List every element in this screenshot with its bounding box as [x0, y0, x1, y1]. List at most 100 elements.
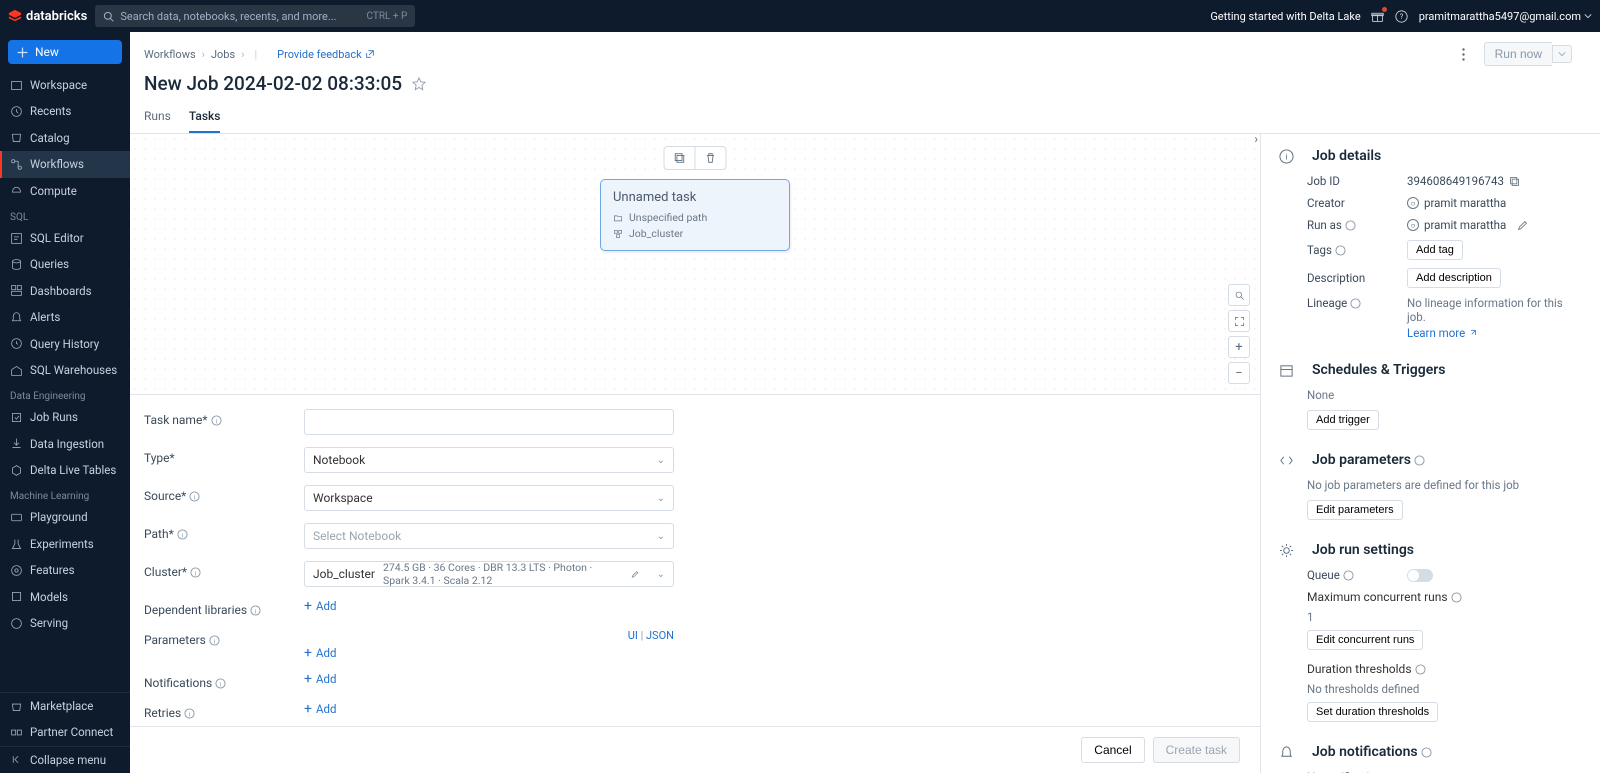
getting-started-link[interactable]: Getting started with Delta Lake [1210, 10, 1360, 23]
cluster-select[interactable]: Job_cluster 274.5 GB · 36 Cores · DBR 13… [304, 561, 674, 587]
svg-text:i: i [194, 493, 196, 501]
sidebar-item-serving[interactable]: Serving [0, 610, 130, 636]
sidebar-item-queries[interactable]: Queries [0, 251, 130, 277]
info-icon[interactable] [1415, 664, 1426, 675]
add-library-link[interactable]: +Add [304, 599, 336, 613]
sidebar: New Workspace Recents Catalog Workflows … [0, 32, 130, 773]
type-select[interactable]: Notebook⌄ [304, 447, 674, 473]
sidebar-item-partner-connect[interactable]: Partner Connect [0, 719, 130, 745]
sidebar-item-data-ingestion[interactable]: Data Ingestion [0, 431, 130, 457]
favorite-star-icon[interactable] [412, 77, 426, 91]
external-link-icon [1468, 329, 1477, 338]
add-trigger-button[interactable]: Add trigger [1307, 410, 1379, 430]
sidebar-item-compute[interactable]: Compute [0, 178, 130, 204]
canvas-fit-icon[interactable] [1228, 310, 1250, 332]
job-id-value: 394608649196743 [1407, 174, 1504, 188]
sidebar-item-sql-warehouses[interactable]: SQL Warehouses [0, 357, 130, 383]
run-now-dropdown[interactable] [1552, 45, 1572, 63]
sidebar-item-features[interactable]: Features [0, 557, 130, 583]
copy-icon[interactable] [1509, 176, 1520, 187]
canvas-zoom-out[interactable]: − [1228, 362, 1250, 384]
add-retry-link[interactable]: +Add [304, 702, 336, 716]
brand-logo[interactable]: databricks [8, 9, 87, 24]
sidebar-item-workflows[interactable]: Workflows [0, 151, 130, 177]
sidebar-item-recents[interactable]: Recents [0, 98, 130, 124]
sidebar-item-experiments[interactable]: Experiments [0, 531, 130, 557]
add-tag-button[interactable]: Add tag [1407, 240, 1463, 260]
info-icon[interactable] [1345, 220, 1356, 231]
queue-toggle[interactable] [1407, 569, 1433, 582]
sidebar-item-models[interactable]: Models [0, 584, 130, 610]
task-canvas[interactable]: Unnamed task Unspecified path Job_cluste… [130, 134, 1260, 394]
schedules-heading: Schedules & Triggers [1312, 362, 1445, 378]
sidebar-collapse[interactable]: Collapse menu [0, 746, 130, 773]
edit-icon[interactable] [1517, 220, 1528, 231]
sidebar-item-dlt[interactable]: Delta Live Tables [0, 457, 130, 483]
crumb-jobs[interactable]: Jobs [211, 48, 235, 61]
set-duration-thresholds-button[interactable]: Set duration thresholds [1307, 702, 1438, 722]
info-icon[interactable]: i [177, 529, 188, 540]
sidebar-item-catalog[interactable]: Catalog [0, 125, 130, 151]
task-name-input[interactable] [304, 409, 674, 435]
user-menu[interactable]: pramitmarattha5497@gmail.com [1419, 10, 1592, 23]
edit-concurrent-runs-button[interactable]: Edit concurrent runs [1307, 630, 1423, 650]
label-type: Type* [144, 451, 175, 465]
info-icon[interactable]: i [190, 567, 201, 578]
folder-icon [613, 213, 623, 223]
info-icon[interactable]: i [184, 708, 195, 719]
bell-icon [1279, 745, 1294, 760]
tab-runs[interactable]: Runs [144, 103, 171, 133]
info-icon[interactable] [1343, 570, 1354, 581]
crumb-workflows[interactable]: Workflows [144, 48, 196, 61]
create-task-button[interactable]: Create task [1153, 737, 1240, 763]
info-icon[interactable]: i [211, 415, 222, 426]
cluster-icon [613, 229, 623, 239]
collapse-right-panel[interactable]: › [1254, 134, 1258, 146]
copy-task-icon[interactable] [665, 147, 695, 169]
info-icon[interactable] [1350, 298, 1361, 309]
new-button[interactable]: New [8, 40, 122, 64]
run-now-button[interactable]: Run now [1484, 42, 1552, 66]
add-description-button[interactable]: Add description [1407, 268, 1501, 288]
tab-tasks[interactable]: Tasks [189, 103, 221, 133]
param-mode-ui[interactable]: UI [628, 629, 638, 642]
avatar-icon: ○ [1407, 197, 1419, 209]
add-parameter-link[interactable]: +Add [304, 646, 336, 660]
info-icon[interactable] [1414, 455, 1425, 466]
gift-icon[interactable] [1371, 9, 1385, 23]
sidebar-item-job-runs[interactable]: Job Runs [0, 404, 130, 430]
cancel-button[interactable]: Cancel [1081, 737, 1144, 763]
chevron-right-icon: › [241, 48, 244, 61]
edit-icon[interactable] [631, 569, 639, 580]
sidebar-item-marketplace[interactable]: Marketplace [0, 693, 130, 719]
sidebar-item-workspace[interactable]: Workspace [0, 72, 130, 98]
sidebar-item-alerts[interactable]: Alerts [0, 304, 130, 330]
sidebar-item-dashboards[interactable]: Dashboards [0, 278, 130, 304]
info-icon[interactable]: i [189, 491, 200, 502]
label-parameters: Parameters [144, 633, 206, 647]
source-select[interactable]: Workspace⌄ [304, 485, 674, 511]
task-card[interactable]: Unnamed task Unspecified path Job_cluste… [600, 179, 790, 251]
edit-parameters-button[interactable]: Edit parameters [1307, 500, 1403, 520]
info-icon[interactable]: i [250, 605, 261, 616]
sidebar-item-sql-editor[interactable]: SQL Editor [0, 225, 130, 251]
sidebar-item-playground[interactable]: Playground [0, 504, 130, 530]
info-icon[interactable] [1451, 592, 1462, 603]
info-icon[interactable] [1421, 747, 1432, 758]
external-link-icon [365, 49, 375, 59]
canvas-search-icon[interactable] [1228, 284, 1250, 306]
canvas-zoom-in[interactable]: + [1228, 336, 1250, 358]
add-notification-link[interactable]: +Add [304, 672, 336, 686]
param-mode-json[interactable]: JSON [646, 629, 674, 642]
delete-task-icon[interactable] [695, 147, 726, 169]
info-icon[interactable] [1335, 245, 1346, 256]
sidebar-item-query-history[interactable]: Query History [0, 331, 130, 357]
info-icon[interactable]: i [215, 678, 226, 689]
info-icon[interactable]: i [209, 635, 220, 646]
provide-feedback-link[interactable]: Provide feedback [277, 48, 375, 61]
global-search[interactable]: Search data, notebooks, recents, and mor… [95, 5, 415, 27]
help-icon[interactable]: ? [1395, 9, 1409, 23]
path-select[interactable]: Select Notebook⌄ [304, 523, 674, 549]
learn-more-link[interactable]: Learn more [1407, 326, 1477, 340]
kebab-menu[interactable] [1452, 42, 1476, 66]
